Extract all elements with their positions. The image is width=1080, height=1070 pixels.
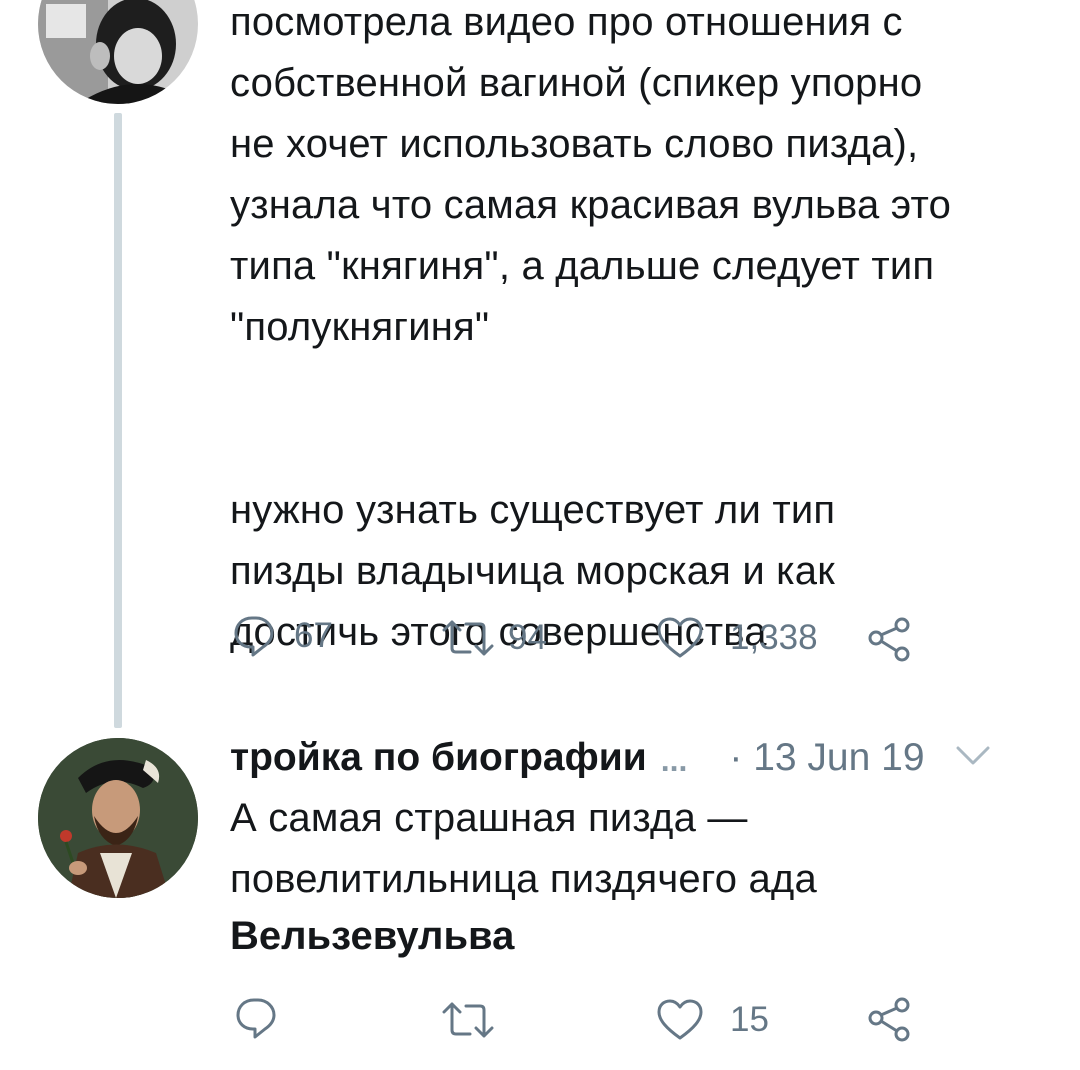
- retweet-count: 94: [508, 618, 547, 657]
- reply-icon: [234, 996, 278, 1040]
- tweet-text: посмотрела видео про отношения с собстве…: [230, 0, 952, 654]
- like-button[interactable]: 15: [656, 998, 769, 1042]
- share-button[interactable]: [866, 616, 914, 664]
- retweet-button[interactable]: 94: [440, 618, 547, 658]
- like-count: 1,338: [730, 618, 818, 657]
- tweet-bold-text: Вельзевульва: [230, 914, 515, 958]
- like-button[interactable]: 1,338: [656, 616, 818, 660]
- chevron-down-icon[interactable]: [955, 745, 991, 772]
- retweet-button[interactable]: [440, 1000, 514, 1040]
- tweet-date[interactable]: · 13 Jun 19: [729, 736, 924, 780]
- like-icon: [656, 998, 704, 1042]
- like-count: 15: [730, 1000, 769, 1039]
- thread-line: [114, 113, 122, 728]
- reply-count: 67: [294, 616, 333, 655]
- avatar[interactable]: [38, 738, 198, 898]
- share-button[interactable]: [866, 996, 914, 1044]
- reply-button[interactable]: [234, 996, 296, 1040]
- display-name[interactable]: тройка по биографии: [230, 736, 647, 780]
- share-icon: [866, 996, 914, 1044]
- like-icon: [656, 616, 704, 660]
- avatar[interactable]: [38, 0, 198, 104]
- retweet-icon: [440, 1000, 496, 1040]
- retweet-icon: [440, 618, 496, 658]
- name-truncation: ...: [660, 741, 688, 778]
- reply-button[interactable]: 67: [232, 614, 333, 658]
- tweet-header: тройка по биографии ... · 13 Jun 19: [230, 728, 1060, 788]
- share-icon: [866, 616, 914, 664]
- reply-icon: [232, 614, 276, 658]
- tweet-text: А самая страшная пизда — повелитильница …: [230, 796, 817, 901]
